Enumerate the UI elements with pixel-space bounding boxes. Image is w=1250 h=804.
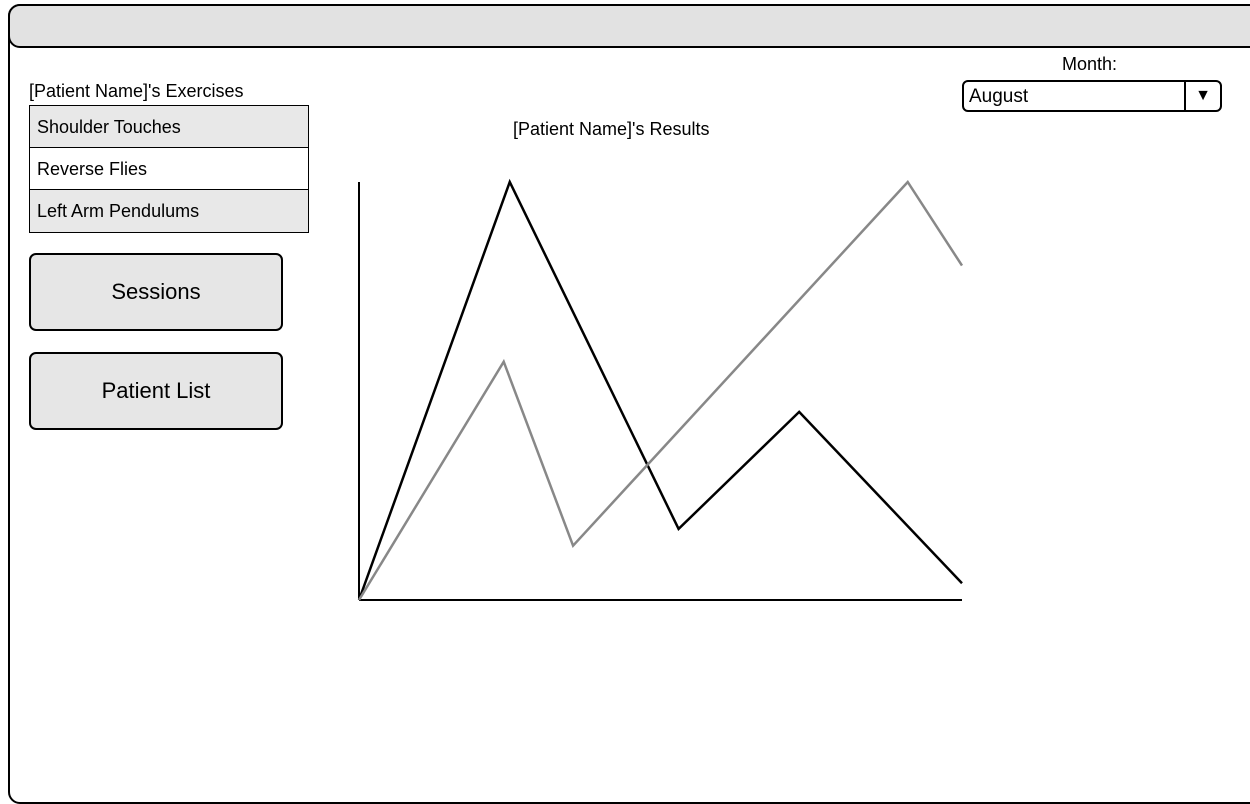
series-line-1 [357, 178, 963, 601]
series-line-2 [357, 179, 964, 601]
results-chart [357, 178, 964, 601]
